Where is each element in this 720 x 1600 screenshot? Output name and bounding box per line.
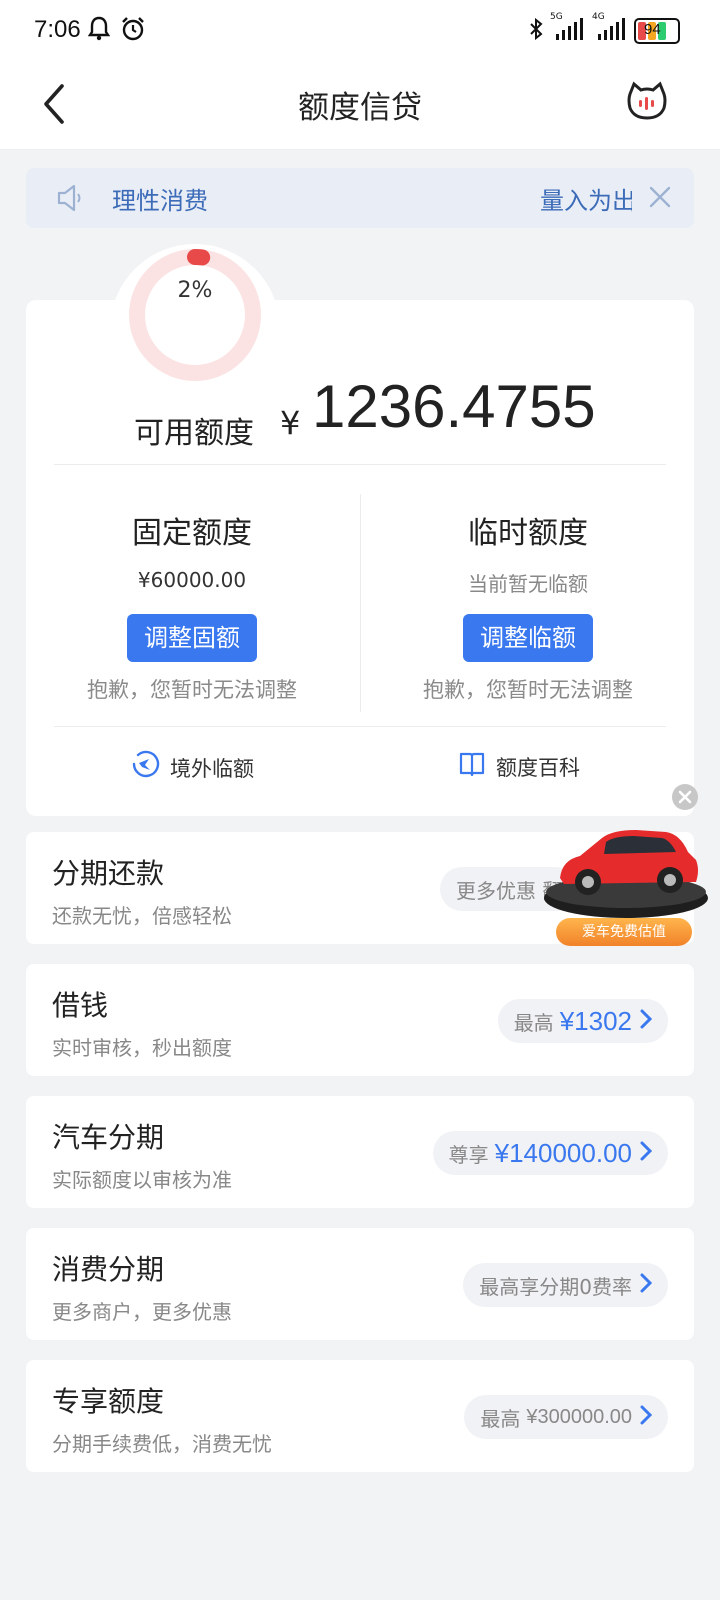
available-credit-label: 可用额度 — [134, 416, 254, 451]
bluetooth-icon — [528, 17, 544, 45]
close-icon[interactable] — [648, 185, 672, 213]
temp-credit-title: 临时额度 — [468, 516, 588, 551]
chevron-right-icon — [640, 1009, 653, 1033]
service-subtitle: 实时审核，秒出额度 — [52, 1036, 232, 1060]
credit-encyclopedia-label: 额度百科 — [496, 755, 580, 780]
service-card-exclusive-credit[interactable]: 专享额度 分期手续费低，消费无忧 最高 ¥300000.00 — [26, 1360, 694, 1472]
nav-bar: 额度信贷 — [0, 64, 720, 150]
service-title: 借钱 — [52, 989, 109, 1022]
notice-bar[interactable]: 理性消费 量入为出 — [26, 168, 694, 228]
service-card-consumer-installment[interactable]: 消费分期 更多商户，更多优惠 最高享分期0费率 — [26, 1228, 694, 1340]
status-icons: 5G 4G 94 — [528, 12, 680, 46]
divider — [54, 726, 666, 727]
fixed-credit-title: 固定额度 — [132, 516, 252, 551]
fixed-credit-amount: ¥60000.00 — [137, 568, 247, 592]
overseas-credit-link[interactable]: 境外临额 — [130, 750, 254, 785]
pill-label: 最高 — [480, 1406, 521, 1431]
temp-credit-amount: 当前暂无临额 — [468, 572, 588, 596]
available-credit-amount: 1236.4755 — [312, 373, 596, 440]
notice-text-2: 量入为出 — [540, 187, 632, 215]
car-valuation-badge: 爱车免费估值 — [556, 918, 692, 946]
chevron-right-icon — [640, 1405, 653, 1429]
promo-close-button[interactable] — [672, 784, 698, 810]
service-card-car-loan[interactable]: 汽车分期 实际额度以审核为准 尊享 ¥140000.00 — [26, 1096, 694, 1208]
pill-label: 最高享分期0费率 — [479, 1274, 632, 1299]
overseas-plane-icon — [130, 750, 160, 785]
service-pill[interactable]: 最高 ¥1302 — [497, 999, 668, 1043]
speaker-icon — [56, 183, 84, 217]
service-subtitle: 更多商户，更多优惠 — [52, 1300, 232, 1324]
service-card-borrow[interactable]: 借钱 实时审核，秒出额度 最高 ¥1302 — [26, 964, 694, 1076]
service-pill[interactable]: 尊享 ¥140000.00 — [432, 1131, 668, 1175]
pill-value: ¥300000.00 — [526, 1405, 632, 1428]
fixed-credit-note: 抱歉，您暂时无法调整 — [87, 678, 297, 702]
car-image — [544, 830, 708, 918]
battery-level: 94 — [644, 21, 661, 38]
signal-5g-icon: 5G — [550, 12, 586, 46]
divider — [360, 494, 361, 712]
service-title: 分期还款 — [52, 857, 165, 890]
status-bar: 7:06 5G 4G 94 — [0, 0, 720, 64]
customer-service-icon[interactable] — [626, 80, 668, 122]
page-title: 额度信贷 — [298, 90, 422, 126]
chevron-right-icon — [640, 1273, 653, 1297]
credit-card: 2% 可用额度 ¥ 1236.4755 固定额度 ¥60000.00 调整固额 … — [26, 244, 694, 816]
temp-credit-section: 临时额度 当前暂无临额 调整临额 抱歉，您暂时无法调整 — [378, 508, 678, 704]
network-label-5g: 5G — [550, 12, 563, 22]
status-time: 7:06 — [34, 16, 81, 43]
chevron-right-icon — [640, 1141, 653, 1165]
service-pill[interactable]: 最高 ¥300000.00 — [464, 1395, 668, 1439]
service-title: 汽车分期 — [52, 1121, 165, 1154]
battery-icon: 94 — [634, 18, 680, 44]
pill-value: ¥1302 — [559, 1005, 632, 1036]
divider — [54, 464, 666, 465]
adjust-fixed-button[interactable]: 调整固额 — [127, 614, 257, 662]
book-icon — [458, 750, 486, 783]
credit-encyclopedia-link[interactable]: 额度百科 — [458, 750, 580, 783]
service-title: 消费分期 — [52, 1253, 165, 1286]
usage-percent: 2% — [177, 278, 213, 303]
fixed-credit-section: 固定额度 ¥60000.00 调整固额 抱歉，您暂时无法调整 — [42, 508, 342, 704]
service-title: 专享额度 — [52, 1385, 165, 1418]
service-subtitle: 分期手续费低，消费无忧 — [52, 1432, 272, 1456]
notice-text-1: 理性消费 — [112, 187, 208, 215]
bell-icon — [87, 16, 111, 46]
car-valuation-promo[interactable]: 爱车免费估值 — [540, 818, 710, 958]
alarm-icon — [120, 16, 146, 46]
overseas-credit-label: 境外临额 — [170, 756, 254, 781]
usage-ring — [129, 249, 261, 381]
adjust-temp-button[interactable]: 调整临额 — [463, 614, 593, 662]
temp-credit-note: 抱歉，您暂时无法调整 — [423, 678, 633, 702]
service-subtitle: 还款无忧，倍感轻松 — [52, 904, 232, 928]
service-subtitle: 实际额度以审核为准 — [52, 1168, 232, 1192]
pill-value: ¥140000.00 — [494, 1137, 632, 1168]
service-pill[interactable]: 最高享分期0费率 — [463, 1263, 668, 1307]
pill-label: 最高 — [513, 1010, 554, 1035]
pill-label: 尊享 — [448, 1142, 489, 1167]
signal-4g-icon: 4G — [592, 12, 628, 46]
currency-symbol: ¥ — [280, 404, 301, 442]
network-label-4g: 4G — [592, 12, 605, 22]
